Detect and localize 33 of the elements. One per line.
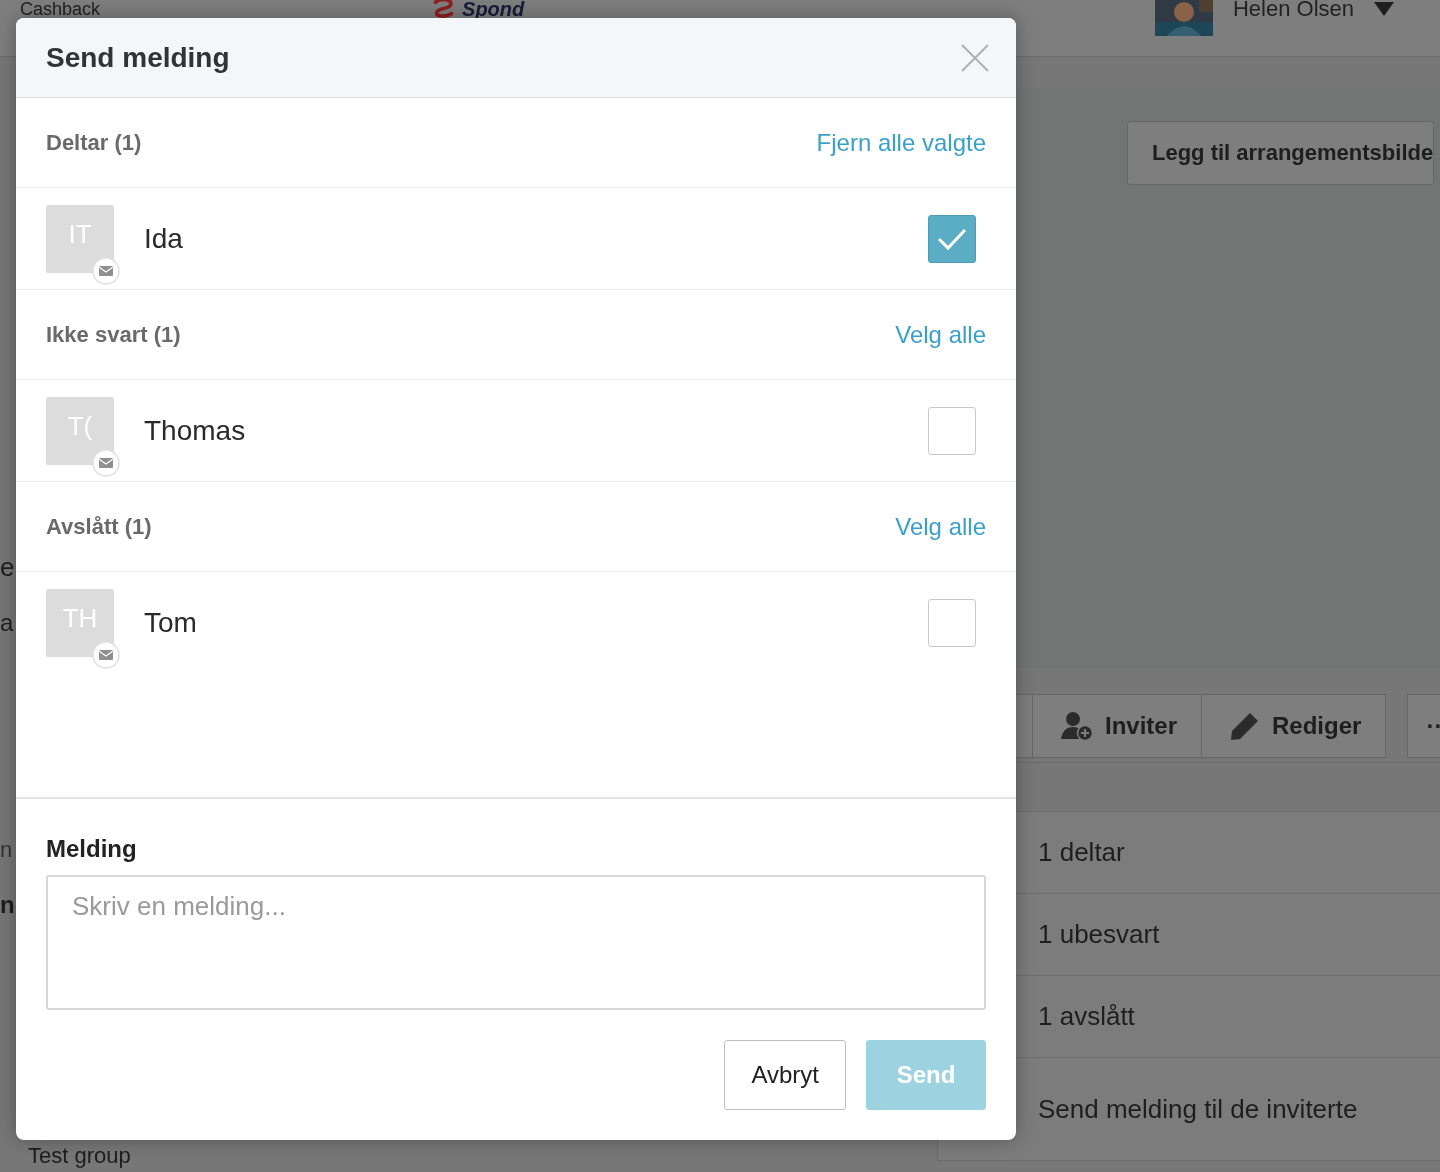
caret-icon[interactable] — [1374, 2, 1394, 16]
logo-text[interactable]: Spond — [462, 0, 525, 18]
page-text: e — [0, 551, 15, 584]
more-button[interactable]: ·· — [1407, 694, 1440, 758]
dialog-title: Send melding — [46, 41, 230, 74]
person-add-icon — [1061, 711, 1093, 741]
close-icon[interactable] — [960, 42, 990, 73]
member-name: Thomas — [144, 414, 247, 447]
member-name: Ida — [144, 222, 184, 255]
user-name[interactable]: Helen Olsen — [1232, 0, 1354, 22]
select-link[interactable]: Fjern alle valgte — [816, 128, 986, 157]
page-text: n — [0, 891, 15, 919]
checkbox[interactable] — [928, 406, 976, 455]
member-name: Tom — [144, 606, 198, 639]
check-icon — [937, 226, 967, 251]
add-cover-button[interactable]: Legg til arrangementsbilde — [1127, 121, 1435, 185]
pencil-icon — [1230, 711, 1261, 741]
group-heading: Ikke svart (1) — [46, 321, 181, 348]
field-label: Melding — [46, 835, 138, 863]
group-heading: Avslått (1) — [46, 513, 152, 540]
toolbar-button[interactable]: Inviter — [1032, 694, 1203, 758]
nav-link[interactable]: Cashback — [20, 0, 101, 18]
checkbox[interactable] — [928, 598, 976, 647]
toolbar-button[interactable]: Rediger — [1201, 694, 1387, 758]
page-text: n — [0, 837, 13, 863]
group-heading: Deltar (1) — [46, 129, 142, 156]
select-link[interactable]: Velg alle — [895, 512, 986, 541]
message-field[interactable]: Skriv en melding... — [46, 875, 986, 1010]
checkbox[interactable] — [928, 214, 976, 263]
group-name: Test group — [28, 1142, 131, 1170]
page-text: a — [0, 609, 14, 637]
cancel-button[interactable]: Avbryt — [724, 1040, 846, 1110]
select-link[interactable]: Velg alle — [895, 320, 986, 349]
